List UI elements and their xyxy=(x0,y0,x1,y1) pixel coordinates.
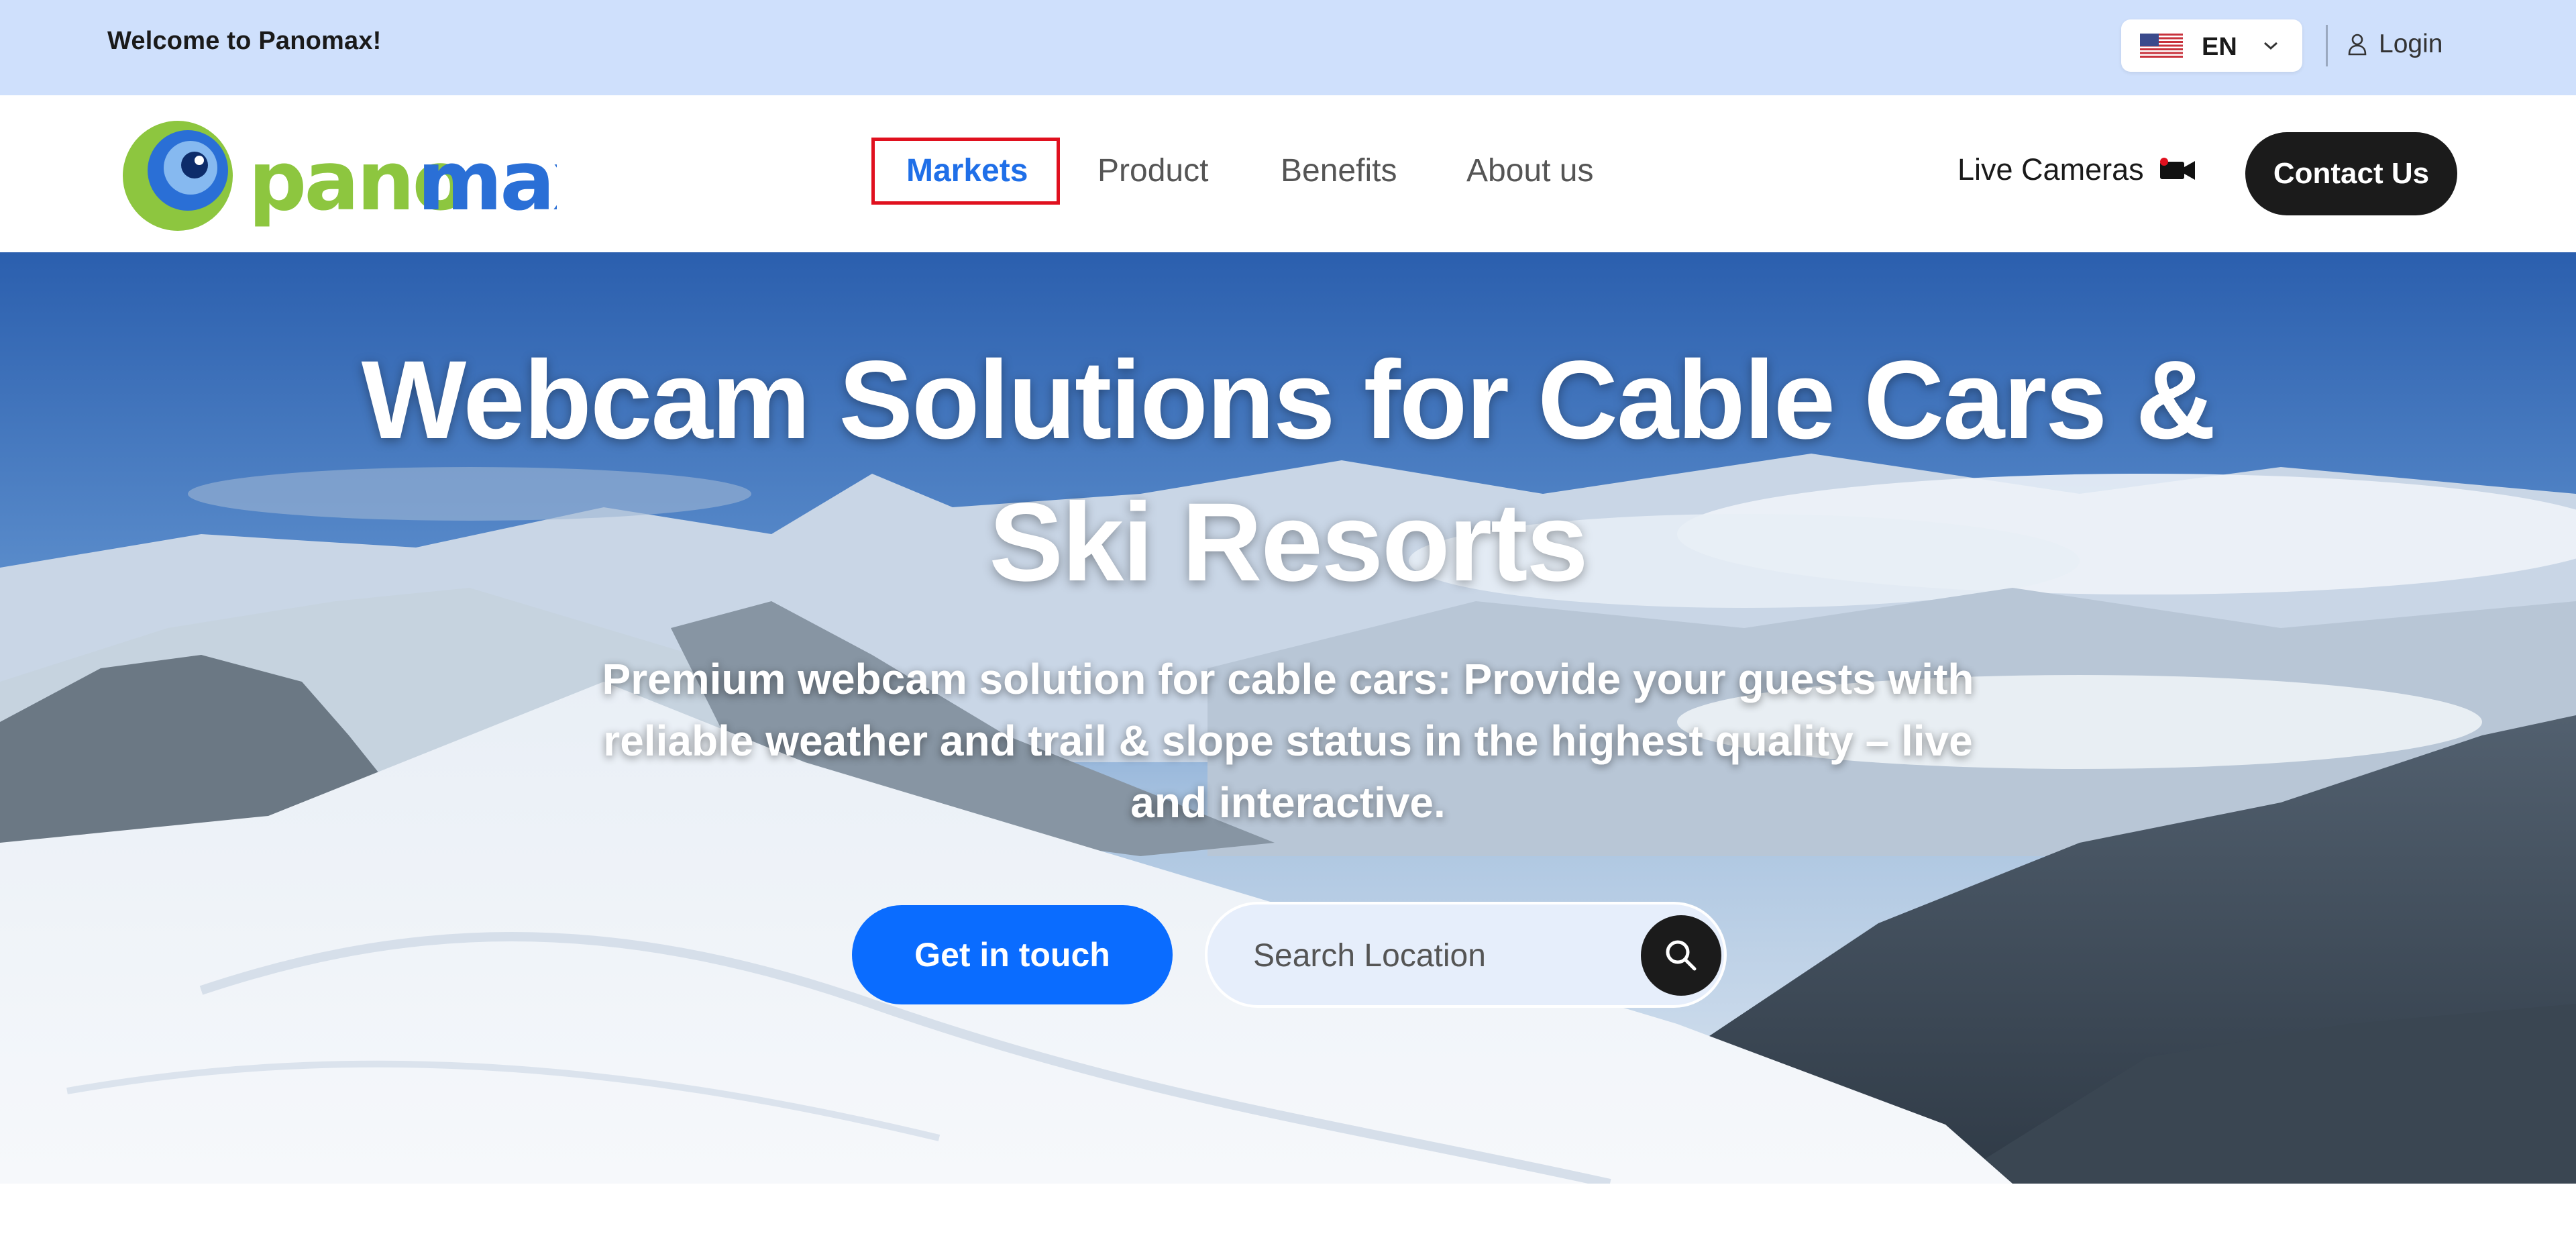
live-cameras-link[interactable]: Live Cameras xyxy=(1957,152,2196,187)
get-in-touch-button[interactable]: Get in touch xyxy=(852,905,1173,1004)
language-code: EN xyxy=(2202,33,2237,61)
panomax-logo[interactable]: pano max xyxy=(121,115,557,236)
hero-title: Webcam Solutions for Cable Cars & Ski Re… xyxy=(282,329,2294,614)
search-location-input[interactable] xyxy=(1252,931,1603,980)
chevron-down-icon xyxy=(2264,42,2277,50)
hero-section: Webcam Solutions for Cable Cars & Ski Re… xyxy=(0,252,2576,1184)
us-flag-icon xyxy=(2140,34,2183,58)
login-label: Login xyxy=(2379,30,2443,58)
nav-benefits[interactable]: Benefits xyxy=(1281,152,1397,189)
user-icon xyxy=(2348,34,2367,56)
hero-subtitle: Premium webcam solution for cable cars: … xyxy=(564,648,2012,833)
nav-about-us[interactable]: About us xyxy=(1466,152,1593,189)
search-button[interactable] xyxy=(1641,915,1721,996)
hero-title-line-1: Webcam Solutions for Cable Cars & xyxy=(361,338,2216,462)
hero-subtitle-line-2: reliable weather and trail & slope statu… xyxy=(603,717,1973,765)
nav-product[interactable]: Product xyxy=(1097,152,1208,189)
contact-us-button[interactable]: Contact Us xyxy=(2245,132,2457,215)
hero-subtitle-line-3: and interactive. xyxy=(1130,778,1446,827)
search-location-box xyxy=(1205,902,1727,1008)
search-icon xyxy=(1666,940,1697,971)
welcome-message: Welcome to Panomax! xyxy=(107,27,382,55)
language-selector[interactable]: EN xyxy=(2121,19,2302,72)
live-cameras-label: Live Cameras xyxy=(1957,152,2144,187)
main-header: pano max Markets Product Benefits About … xyxy=(0,95,2576,252)
hero-title-line-2: Ski Resorts xyxy=(989,480,1588,605)
svg-text:max: max xyxy=(417,134,557,229)
topbar-divider xyxy=(2326,25,2328,66)
login-link[interactable]: Login xyxy=(2347,24,2443,64)
top-bar: Welcome to Panomax! EN Login xyxy=(0,0,2576,95)
video-camera-icon xyxy=(2159,158,2195,180)
hero-subtitle-line-1: Premium webcam solution for cable cars: … xyxy=(602,655,1974,703)
markets-highlight-box xyxy=(871,138,1060,205)
